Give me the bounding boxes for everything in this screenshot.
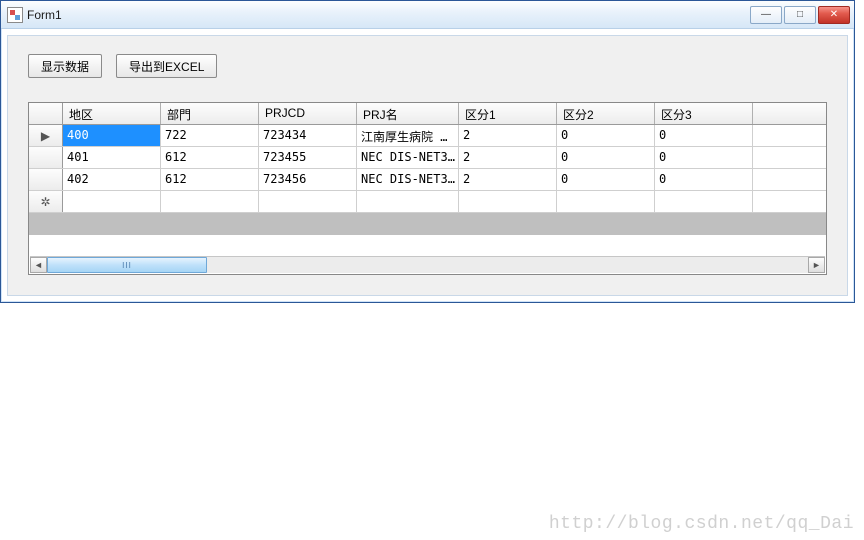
scroll-thumb[interactable]: III — [47, 257, 207, 273]
cell-dept[interactable]: 722 — [161, 125, 259, 146]
row-indicator-new[interactable]: ✲ — [29, 191, 63, 212]
col-header-prjcd[interactable]: PRJCD — [259, 103, 357, 124]
col-header-k3[interactable]: 区分3 — [655, 103, 753, 124]
cell-region[interactable]: 401 — [63, 147, 161, 168]
grid-body: ▶ 400 722 723434 江南厚生病院 … 2 0 0 401 612 … — [29, 125, 826, 235]
cell-region[interactable]: 402 — [63, 169, 161, 190]
cell-k3[interactable] — [655, 191, 753, 212]
maximize-button[interactable]: □ — [784, 6, 816, 24]
cell-k2[interactable]: 0 — [557, 169, 655, 190]
cell-k3[interactable]: 0 — [655, 125, 753, 146]
cell-k2[interactable]: 0 — [557, 125, 655, 146]
col-header-k2[interactable]: 区分2 — [557, 103, 655, 124]
minimize-icon: — — [761, 9, 771, 20]
minimize-button[interactable]: — — [750, 6, 782, 24]
scroll-left-button[interactable]: ◄ — [30, 257, 47, 273]
col-header-dept[interactable]: 部門 — [161, 103, 259, 124]
cell-prjcd[interactable]: 723434 — [259, 125, 357, 146]
watermark-text: http://blog.csdn.net/qq_Dai — [549, 514, 854, 534]
cell-prjname[interactable]: NEC DIS-NET3… — [357, 169, 459, 190]
window-title: Form1 — [27, 8, 62, 22]
scroll-track[interactable]: III — [47, 257, 808, 273]
row-indicator-current[interactable]: ▶ — [29, 125, 63, 146]
cell-prjname[interactable]: NEC DIS-NET3… — [357, 147, 459, 168]
app-window: Form1 — □ ✕ 显示数据 导出到EXCEL 地区 部門 PRJCD — [0, 0, 855, 303]
table-row[interactable]: 401 612 723455 NEC DIS-NET3… 2 0 0 — [29, 147, 826, 169]
cell-k1[interactable]: 2 — [459, 125, 557, 146]
cell-k1[interactable] — [459, 191, 557, 212]
cell-region[interactable] — [63, 191, 161, 212]
cell-region[interactable]: 400 — [63, 125, 161, 146]
cell-prjcd[interactable] — [259, 191, 357, 212]
data-grid[interactable]: 地区 部門 PRJCD PRJ名 区分1 区分2 区分3 ▶ 400 722 7… — [28, 102, 827, 275]
grid-empty-area — [29, 213, 826, 235]
client-area: 显示数据 导出到EXCEL 地区 部門 PRJCD PRJ名 区分1 区分2 区… — [7, 35, 848, 296]
scroll-right-button[interactable]: ► — [808, 257, 825, 273]
close-icon: ✕ — [830, 9, 838, 20]
cell-k1[interactable]: 2 — [459, 169, 557, 190]
col-header-k1[interactable]: 区分1 — [459, 103, 557, 124]
cell-dept[interactable]: 612 — [161, 147, 259, 168]
cell-k2[interactable]: 0 — [557, 147, 655, 168]
cell-k3[interactable]: 0 — [655, 147, 753, 168]
cell-k1[interactable]: 2 — [459, 147, 557, 168]
titlebar[interactable]: Form1 — □ ✕ — [1, 1, 854, 29]
horizontal-scrollbar[interactable]: ◄ III ► — [30, 256, 825, 273]
chevron-right-icon: ► — [812, 260, 821, 270]
row-header-corner[interactable] — [29, 103, 63, 124]
row-indicator[interactable] — [29, 169, 63, 190]
toolbar: 显示数据 导出到EXCEL — [8, 36, 847, 78]
table-row[interactable]: 402 612 723456 NEC DIS-NET3… 2 0 0 — [29, 169, 826, 191]
chevron-left-icon: ◄ — [34, 260, 43, 270]
table-row-new[interactable]: ✲ — [29, 191, 826, 213]
cell-prjname[interactable]: 江南厚生病院 … — [357, 125, 459, 146]
cell-k3[interactable]: 0 — [655, 169, 753, 190]
export-excel-button[interactable]: 导出到EXCEL — [116, 54, 217, 78]
table-row[interactable]: ▶ 400 722 723434 江南厚生病院 … 2 0 0 — [29, 125, 826, 147]
show-data-button[interactable]: 显示数据 — [28, 54, 102, 78]
cell-dept[interactable]: 612 — [161, 169, 259, 190]
grid-header-row: 地区 部門 PRJCD PRJ名 区分1 区分2 区分3 — [29, 103, 826, 125]
row-indicator[interactable] — [29, 147, 63, 168]
col-header-prjname[interactable]: PRJ名 — [357, 103, 459, 124]
cell-dept[interactable] — [161, 191, 259, 212]
cell-prjname[interactable] — [357, 191, 459, 212]
maximize-icon: □ — [797, 9, 803, 20]
col-header-region[interactable]: 地区 — [63, 103, 161, 124]
cell-prjcd[interactable]: 723455 — [259, 147, 357, 168]
cell-k2[interactable] — [557, 191, 655, 212]
close-button[interactable]: ✕ — [818, 6, 850, 24]
app-icon — [7, 7, 23, 23]
cell-prjcd[interactable]: 723456 — [259, 169, 357, 190]
